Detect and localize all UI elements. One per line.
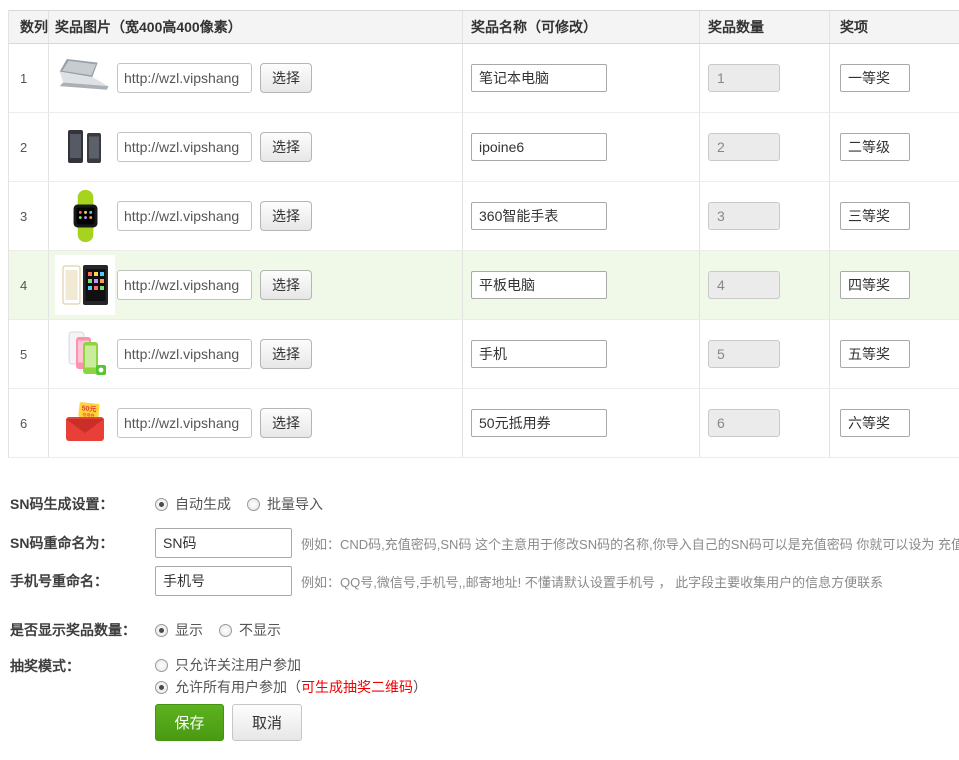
radio-label[interactable]: 批量导入 (267, 494, 323, 514)
radio-all-users[interactable]: 允许所有用户参加 （ 可生成抽奖二维码 ） (155, 676, 427, 698)
prize-award-input[interactable] (840, 202, 910, 230)
select-image-button[interactable]: 选择 (260, 408, 312, 438)
radio-icon[interactable] (247, 498, 260, 511)
color-phones-image (55, 324, 115, 384)
select-image-button[interactable]: 选择 (260, 339, 312, 369)
laptop-image (55, 48, 115, 108)
sn-rename-row: SN码重命名为： 例如：CND码,充值密码,SN码 这个主意用于修改SN码的名称… (10, 528, 959, 558)
prize-qty-input (708, 271, 780, 299)
draw-mode-row: 抽奖模式： 只允许关注用户参加 允许所有用户参加 （ 可生成抽奖二维码 ） (10, 654, 959, 698)
header-image: 奖品图片（宽400高400像素） (49, 11, 463, 43)
prize-name-input[interactable] (471, 271, 607, 299)
radio-label[interactable]: 允许所有用户参加 (175, 677, 287, 697)
row-seq: 5 (9, 320, 49, 388)
save-button[interactable]: 保存 (155, 704, 224, 741)
coupon-image: 50元 抵用券 (55, 393, 115, 453)
prize-qty-input (708, 133, 780, 161)
prize-award-input[interactable] (840, 409, 910, 437)
prize-award-input[interactable] (840, 64, 910, 92)
prize-qty-input (708, 409, 780, 437)
phone-rename-label: 手机号重命名： (10, 571, 155, 591)
image-url-input[interactable] (117, 63, 252, 93)
table-row: 3 选择 (9, 182, 959, 251)
prize-qty-input (708, 340, 780, 368)
phone-rename-row: 手机号重命名： 例如：QQ号,微信号,手机号,,邮寄地址! 不懂请默认设置手机号… (10, 566, 959, 596)
prize-name-input[interactable] (471, 409, 607, 437)
radio-label[interactable]: 自动生成 (175, 494, 231, 514)
tablets-image (55, 255, 115, 315)
table-row: 6 50元 抵用券 选择 (9, 389, 959, 458)
image-url-input[interactable] (117, 408, 252, 438)
header-name: 奖品名称（可修改） (463, 11, 700, 43)
paren-open: （ (287, 677, 301, 697)
header-qty: 奖品数量 (700, 11, 830, 43)
cancel-button[interactable]: 取消 (232, 704, 302, 741)
select-image-button[interactable]: 选择 (260, 132, 312, 162)
sn-generate-label: SN码生成设置： (10, 494, 155, 514)
paren-close: ） (413, 677, 427, 697)
phone-rename-input[interactable] (155, 566, 292, 596)
radio-icon[interactable] (155, 659, 168, 672)
draw-mode-label: 抽奖模式： (10, 654, 155, 676)
image-url-input[interactable] (117, 201, 252, 231)
prize-award-input[interactable] (840, 340, 910, 368)
prize-qty-input (708, 64, 780, 92)
show-qty-row: 是否显示奖品数量： 显示 不显示 (10, 620, 959, 640)
image-url-input[interactable] (117, 339, 252, 369)
row-seq: 2 (9, 113, 49, 181)
row-seq: 1 (9, 44, 49, 112)
sn-generate-row: SN码生成设置： 自动生成 批量导入 (10, 494, 959, 514)
sn-rename-label: SN码重命名为： (10, 533, 155, 553)
table-header-row: 数列 奖品图片（宽400高400像素） 奖品名称（可修改） 奖品数量 奖项 (9, 10, 959, 44)
radio-followers-only[interactable]: 只允许关注用户参加 (155, 654, 427, 676)
radio-label[interactable]: 显示 (175, 620, 203, 640)
radio-auto-generate[interactable]: 自动生成 (155, 494, 231, 514)
row-seq: 6 (9, 389, 49, 457)
prize-name-input[interactable] (471, 133, 607, 161)
radio-icon[interactable] (155, 498, 168, 511)
prize-qty-input (708, 202, 780, 230)
radio-label[interactable]: 只允许关注用户参加 (175, 655, 301, 675)
radio-hide[interactable]: 不显示 (219, 620, 281, 640)
radio-icon[interactable] (155, 681, 168, 694)
radio-show[interactable]: 显示 (155, 620, 203, 640)
show-qty-label: 是否显示奖品数量： (10, 620, 155, 640)
phone-rename-hint: 例如：QQ号,微信号,手机号,,邮寄地址! 不懂请默认设置手机号 ， 此字段主要… (301, 572, 883, 591)
table-row: 5 选择 (9, 320, 959, 389)
prize-table: 数列 奖品图片（宽400高400像素） 奖品名称（可修改） 奖品数量 奖项 1 … (8, 10, 959, 458)
table-row: 1 选择 (9, 44, 959, 113)
radio-label[interactable]: 不显示 (239, 620, 281, 640)
select-image-button[interactable]: 选择 (260, 270, 312, 300)
prize-name-input[interactable] (471, 340, 607, 368)
radio-icon[interactable] (155, 624, 168, 637)
select-image-button[interactable]: 选择 (260, 63, 312, 93)
settings-form: SN码生成设置： 自动生成 批量导入 SN码重命名为： 例如：CND码,充值密码… (10, 494, 959, 741)
radio-icon[interactable] (219, 624, 232, 637)
prize-award-input[interactable] (840, 271, 910, 299)
smartwatch-image (55, 186, 115, 246)
action-buttons: 保存 取消 (155, 704, 959, 741)
select-image-button[interactable]: 选择 (260, 201, 312, 231)
prize-name-input[interactable] (471, 64, 607, 92)
prize-award-input[interactable] (840, 133, 910, 161)
sn-rename-hint: 例如：CND码,充值密码,SN码 这个主意用于修改SN码的名称,你导入自己的SN… (301, 534, 959, 553)
generate-qrcode-link[interactable]: 可生成抽奖二维码 (301, 677, 413, 697)
prize-name-input[interactable] (471, 202, 607, 230)
header-award: 奖项 (830, 11, 959, 43)
table-row: 2 选择 (9, 113, 959, 182)
row-seq: 3 (9, 182, 49, 250)
table-row: 4 选择 (9, 251, 959, 320)
row-seq: 4 (9, 251, 49, 319)
sn-rename-input[interactable] (155, 528, 292, 558)
header-seq: 数列 (9, 11, 49, 43)
radio-batch-import[interactable]: 批量导入 (247, 494, 323, 514)
image-url-input[interactable] (117, 270, 252, 300)
image-url-input[interactable] (117, 132, 252, 162)
dark-phones-image (55, 117, 115, 177)
